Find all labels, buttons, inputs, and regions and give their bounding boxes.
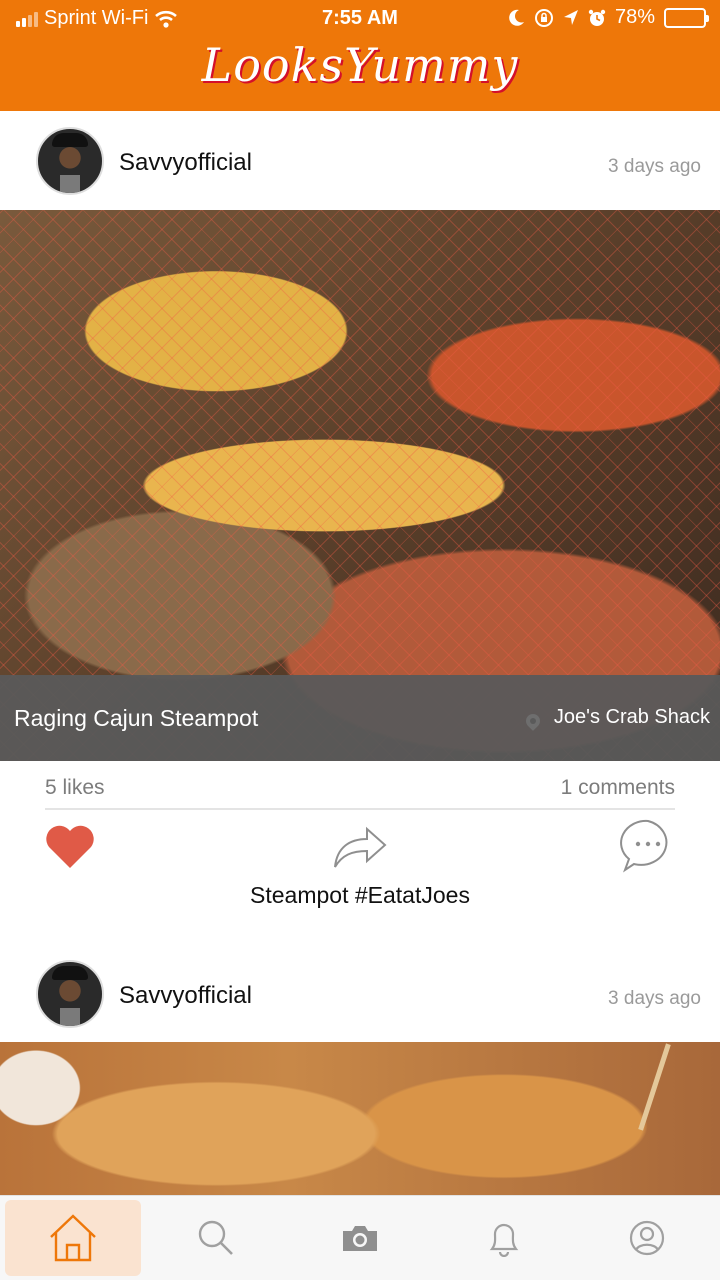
camera-icon <box>343 1226 377 1251</box>
share-icon[interactable] <box>332 821 388 871</box>
post-actions <box>0 818 720 878</box>
home-icon <box>50 1214 96 1262</box>
carrier-name: Sprint Wi-Fi <box>44 7 149 29</box>
tab-profile[interactable] <box>579 1200 715 1276</box>
post-caption: Steampot #EatatJoes <box>250 882 470 908</box>
restaurant-location[interactable]: Joe's Crab Shack <box>522 706 710 731</box>
likes-count[interactable]: 5 likes <box>45 776 105 800</box>
avatar[interactable] <box>36 960 104 1028</box>
comments-count[interactable]: 1 comments <box>561 776 675 800</box>
photo-caption-bar: Raging Cajun Steampot Joe's Crab Shack <box>0 675 720 761</box>
location-pin-icon <box>522 710 543 731</box>
heart-icon[interactable] <box>43 820 97 874</box>
post-photo[interactable] <box>0 1042 720 1195</box>
post-username[interactable]: Savvyofficial <box>119 982 252 1010</box>
tab-camera[interactable] <box>292 1200 428 1276</box>
status-bar: Sprint Wi-Fi 7:55 AM 78% <box>0 0 720 38</box>
post-time: 3 days ago <box>608 156 701 177</box>
post-stats: 5 likes 1 comments <box>45 775 675 810</box>
moon-icon <box>509 9 524 26</box>
signal-icon <box>16 11 38 27</box>
post-username[interactable]: Savvyofficial <box>119 149 252 177</box>
app-logo: LooksYummy <box>201 38 519 92</box>
restaurant-name: Joe's Crab Shack <box>553 706 710 728</box>
post-time: 3 days ago <box>608 988 701 1009</box>
tab-bar <box>0 1195 720 1280</box>
comment-icon[interactable] <box>620 818 676 874</box>
battery-percent: 78% <box>614 6 655 28</box>
status-left: Sprint Wi-Fi <box>16 7 178 30</box>
rotation-lock-icon <box>534 8 553 27</box>
post-header: Savvyofficial 3 days ago <box>0 942 720 1042</box>
tab-search[interactable] <box>148 1200 284 1276</box>
tab-home[interactable] <box>5 1200 141 1276</box>
app-header: Sprint Wi-Fi 7:55 AM 78% LooksYummy <box>0 0 720 111</box>
status-right: 78% <box>509 6 709 29</box>
profile-icon <box>629 1220 665 1256</box>
bell-icon <box>489 1223 519 1257</box>
search-icon <box>198 1220 233 1255</box>
photo-toothpick <box>638 1043 671 1131</box>
wifi-icon <box>155 10 178 28</box>
alarm-icon <box>588 9 606 26</box>
dish-name[interactable]: Raging Cajun Steampot <box>14 705 258 732</box>
avatar[interactable] <box>36 127 104 195</box>
location-icon <box>563 9 578 25</box>
tab-notifications[interactable] <box>436 1200 572 1276</box>
battery-icon <box>664 7 709 28</box>
post-header: Savvyofficial 3 days ago <box>0 111 720 211</box>
